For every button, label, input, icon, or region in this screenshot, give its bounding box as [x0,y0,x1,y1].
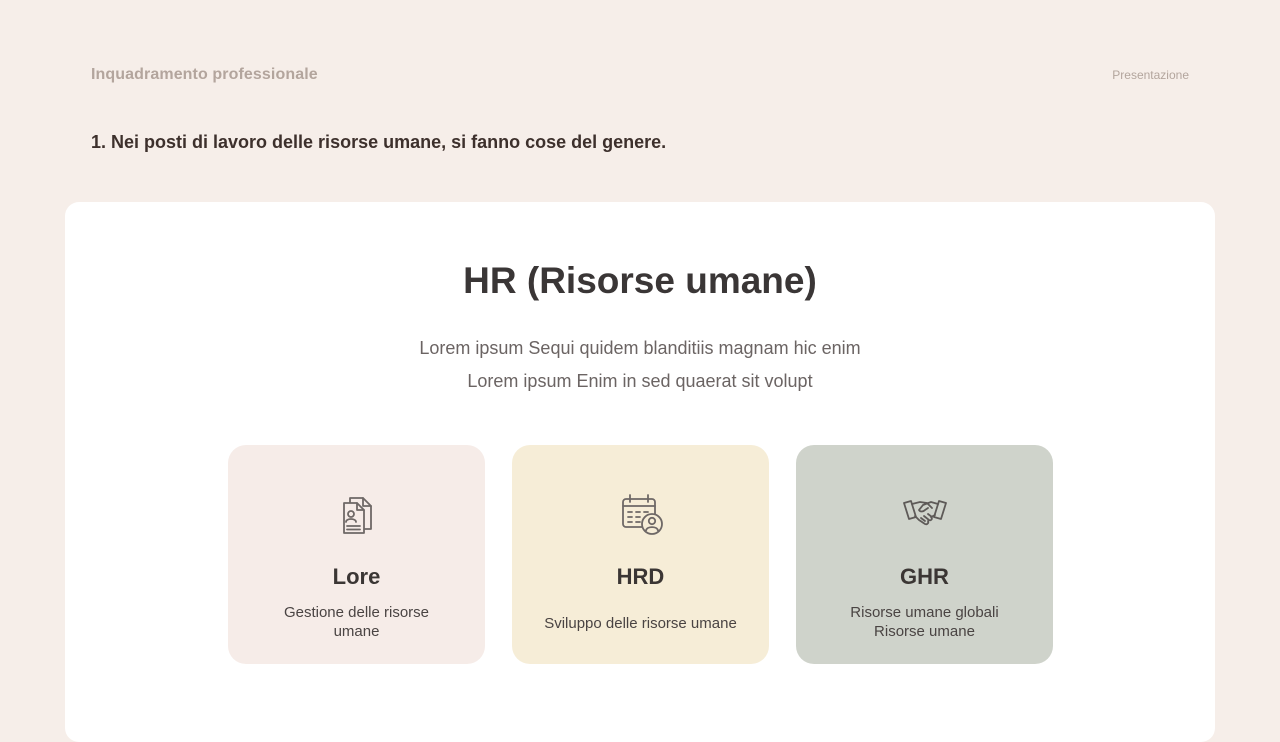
question-text: 1. Nei posti di lavoro delle risorse uma… [91,132,667,152]
card-ghr[interactable]: GHR Risorse umane globali Risorse umane [796,445,1053,664]
section-title: Inquadramento professionale [91,66,318,83]
subtitle-line-2: Lorem ipsum Enim in sed quaerat sit volu… [467,371,813,391]
card-hrd[interactable]: HRD Sviluppo delle risorse umane [512,445,769,664]
card-description: Risorse umane globali Risorse umane [850,604,999,640]
handshake-icon [901,489,949,537]
subtitle-line-1: Lorem ipsum Sequi quidem blanditiis magn… [419,338,861,358]
card-title: Lore [332,564,381,589]
card-lore[interactable]: Lore Gestione delle risorse umane [228,445,485,664]
card-title: HRD [616,564,665,589]
card-description: Gestione delle risorse umane [283,604,430,640]
main-card: HR (Risorse umane) Lorem ipsum Sequi qui… [65,202,1215,742]
card-description: Sviluppo delle risorse umane [544,615,737,632]
calendar-user-icon [617,489,665,537]
document-user-icon [333,489,381,537]
card-title: GHR [900,564,949,589]
presentation-label: Presentazione [1112,68,1189,82]
main-title: HR (Risorse umane) [463,260,817,301]
